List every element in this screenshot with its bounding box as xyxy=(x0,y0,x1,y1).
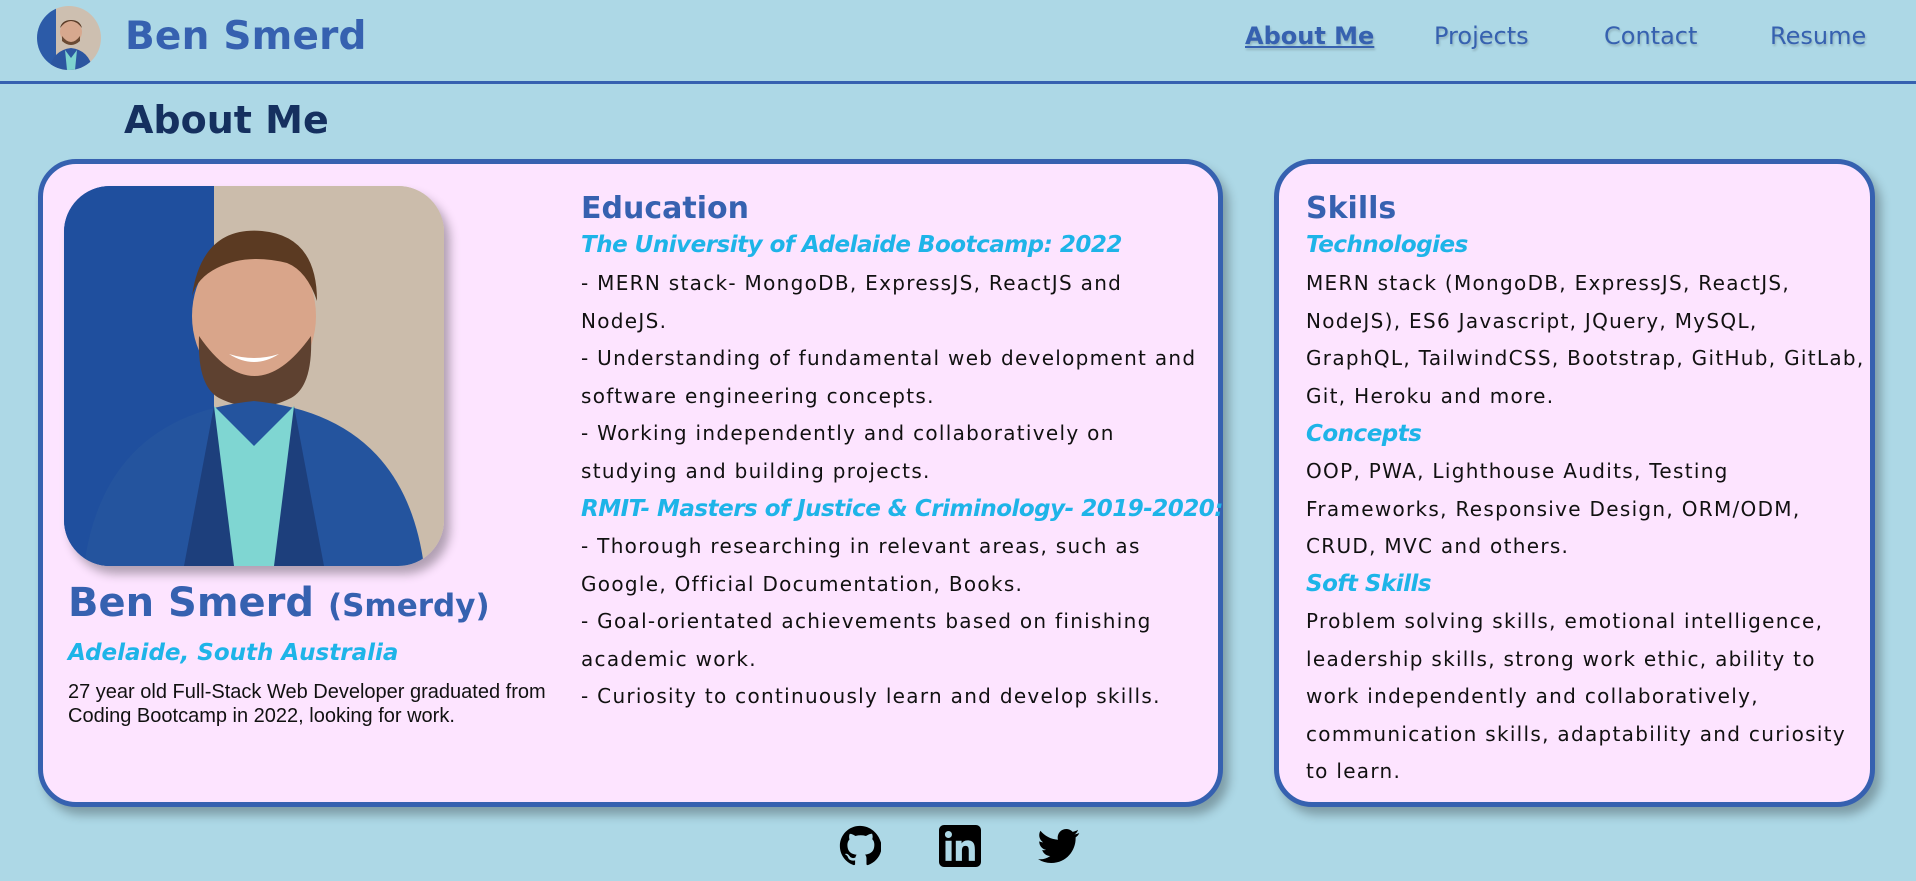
site-header: Ben Smerd About Me Projects Contact Resu… xyxy=(0,0,1916,84)
social-links xyxy=(0,825,1916,869)
profile-name: Ben Smerd (Smerdy) xyxy=(68,580,490,626)
nav-resume[interactable]: Resume xyxy=(1770,22,1866,50)
education-point: - Understanding of fundamental web devel… xyxy=(581,346,1197,408)
education-point: - Working independently and collaborativ… xyxy=(581,421,1115,483)
linkedin-icon[interactable] xyxy=(939,825,981,867)
twitter-icon[interactable] xyxy=(1038,825,1080,867)
skills-group-text: OOP, PWA, Lighthouse Audits, Testing Fra… xyxy=(1306,459,1801,558)
profile-nickname: (Smerdy) xyxy=(327,588,490,624)
education-point: - Thorough researching in relevant areas… xyxy=(581,534,1141,596)
profile-fullname: Ben Smerd xyxy=(68,580,314,626)
skills-group-text: MERN stack (MongoDB, ExpressJS, ReactJS,… xyxy=(1306,271,1865,408)
skills-heading: Skills xyxy=(1306,191,1397,226)
education-item-title: RMIT- Masters of Justice & Criminology- … xyxy=(581,496,1223,522)
skills-group-title: Soft Skills xyxy=(1306,571,1432,597)
profile-bio: 27 year old Full-Stack Web Developer gra… xyxy=(68,681,546,727)
skills-group-title: Concepts xyxy=(1306,421,1422,447)
profile-location: Adelaide, South Australia xyxy=(68,640,399,666)
main-nav: About Me Projects Contact Resume xyxy=(0,22,1916,58)
education-point: - Curiosity to continuously learn and de… xyxy=(581,684,1161,708)
nav-about-me[interactable]: About Me xyxy=(1245,22,1374,50)
nav-projects[interactable]: Projects xyxy=(1434,22,1529,50)
skills-group-title: Technologies xyxy=(1306,232,1468,258)
page-title: About Me xyxy=(124,98,329,142)
education-item-title: The University of Adelaide Bootcamp: 202… xyxy=(581,232,1122,258)
github-icon[interactable] xyxy=(839,825,882,867)
profile-photo xyxy=(64,186,444,566)
education-point: - MERN stack- MongoDB, ExpressJS, ReactJ… xyxy=(581,271,1123,333)
nav-contact[interactable]: Contact xyxy=(1604,22,1697,50)
education-point: - Goal-orientated achievements based on … xyxy=(581,609,1152,671)
skills-group-text: Problem solving skills, emotional intell… xyxy=(1306,609,1846,783)
education-heading: Education xyxy=(581,191,749,226)
